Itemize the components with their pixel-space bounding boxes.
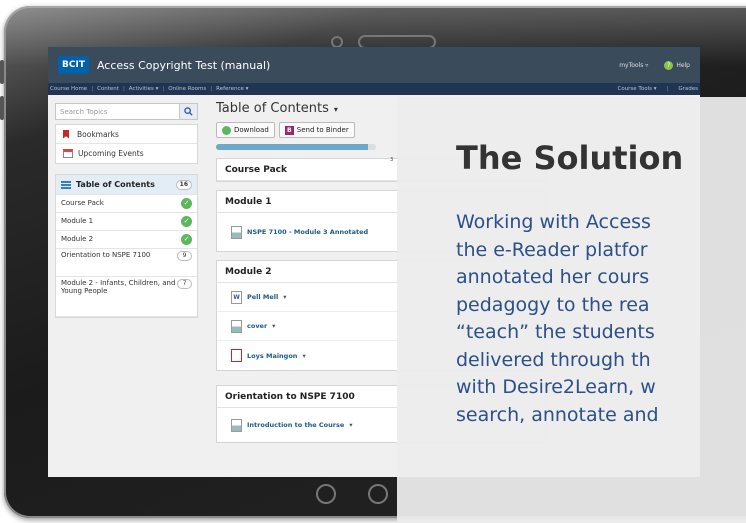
help-link[interactable]: ? Help: [664, 60, 690, 70]
nav-online-rooms[interactable]: Online Rooms: [168, 86, 206, 92]
count-badge: 9: [177, 251, 192, 261]
progress-fill: [216, 144, 368, 150]
nav-course-home[interactable]: Course Home: [50, 86, 87, 92]
search-icon: [184, 107, 193, 116]
chevron-down-icon: ▾: [349, 421, 353, 429]
sidebar-item-module-2[interactable]: Module 2 ✓: [56, 231, 197, 249]
binder-icon: B: [284, 125, 294, 135]
overlay-line: search, annotate and: [456, 403, 659, 426]
progress-text: 3: [390, 157, 394, 163]
home-button-secondary[interactable]: [368, 484, 388, 504]
chevron-down-icon: ▾: [283, 293, 287, 301]
bookmark-icon: [63, 129, 69, 139]
overlay-line: annotated her cours: [456, 266, 650, 288]
overlay-line: “teach” the students: [456, 321, 655, 343]
app-header: BCIT Access Copyright Test (manual) myTo…: [48, 47, 700, 83]
nav-course-tools[interactable]: Course Tools ▾: [617, 86, 656, 92]
course-title: Access Copyright Test (manual): [96, 58, 271, 72]
overlay-heading: The Solution: [456, 139, 684, 177]
download-button[interactable]: Download: [216, 122, 275, 138]
list-icon: [61, 180, 71, 189]
chevron-down-icon: ▾: [272, 322, 276, 330]
check-icon: ✓: [181, 198, 192, 209]
sidebar-item-module-2-infants[interactable]: Module 2 - Infants, Children, and Young …: [56, 277, 197, 317]
send-to-binder-button[interactable]: B Send to Binder: [278, 122, 355, 138]
calendar-icon: [63, 149, 73, 158]
home-button[interactable]: [316, 484, 336, 504]
course-navbar: Course Home | Content | Activities ▾ | Onli…: [48, 83, 700, 95]
overlay-line: delivered through th: [456, 348, 651, 371]
sidebar-item-upcoming-events[interactable]: Upcoming Events: [56, 144, 197, 163]
sidebar-item-orientation[interactable]: Orientation to NSPE 7100 9: [56, 249, 197, 277]
progress-bar: [216, 144, 376, 150]
sidebar-item-table-of-contents[interactable]: Table of Contents 16: [56, 175, 197, 195]
sidebar-item-course-pack[interactable]: Course Pack ✓: [56, 195, 197, 213]
help-icon: ?: [664, 60, 674, 70]
nav-reference[interactable]: Reference ▾: [216, 86, 248, 92]
sidebar-item-bookmarks[interactable]: Bookmarks: [56, 125, 197, 144]
word-file-icon: W: [231, 290, 242, 304]
pdf-file-icon: [231, 349, 242, 362]
volume-button-lower[interactable]: [0, 96, 4, 120]
search-topics-input[interactable]: Search Topics: [55, 103, 198, 120]
image-file-icon: [231, 225, 242, 239]
count-badge: 7: [177, 279, 192, 289]
sidebar: Search Topics Bookmarks Upcoming Events: [55, 103, 198, 318]
solution-overlay: The Solution Working with Access the e-R…: [397, 97, 746, 523]
image-file-icon: [231, 418, 242, 432]
nav-activities[interactable]: Activities ▾: [129, 86, 159, 92]
nav-content[interactable]: Content: [97, 86, 119, 92]
chevron-down-icon: ▾: [302, 351, 306, 360]
slide: BCIT Access Copyright Test (manual) myTo…: [0, 0, 746, 523]
image-file-icon: [231, 319, 242, 333]
check-icon: ✓: [181, 216, 192, 227]
overlay-body: Working with Access the e-Reader platfor…: [456, 209, 746, 429]
check-icon: ✓: [181, 234, 192, 245]
download-icon: [222, 125, 231, 135]
overlay-line: the e-Reader platfor: [456, 238, 648, 261]
count-badge: 16: [175, 179, 192, 190]
overlay-line: with Desire2Learn, w: [456, 376, 656, 398]
volume-button[interactable]: [0, 60, 4, 84]
bcit-logo[interactable]: BCIT: [58, 56, 89, 74]
nav-grades[interactable]: Grades: [678, 86, 698, 92]
overlay-line: pedagogy to the rea: [456, 293, 650, 316]
sidebar-item-module-1[interactable]: Module 1 ✓: [56, 213, 197, 231]
toc-navigation: Table of Contents 16 Course Pack ✓ Modul…: [55, 174, 198, 318]
mytools-menu[interactable]: myTools ▿: [619, 62, 648, 69]
overlay-line: Working with Access: [456, 211, 651, 233]
quick-links: Bookmarks Upcoming Events: [55, 124, 198, 164]
search-button[interactable]: [179, 104, 197, 119]
